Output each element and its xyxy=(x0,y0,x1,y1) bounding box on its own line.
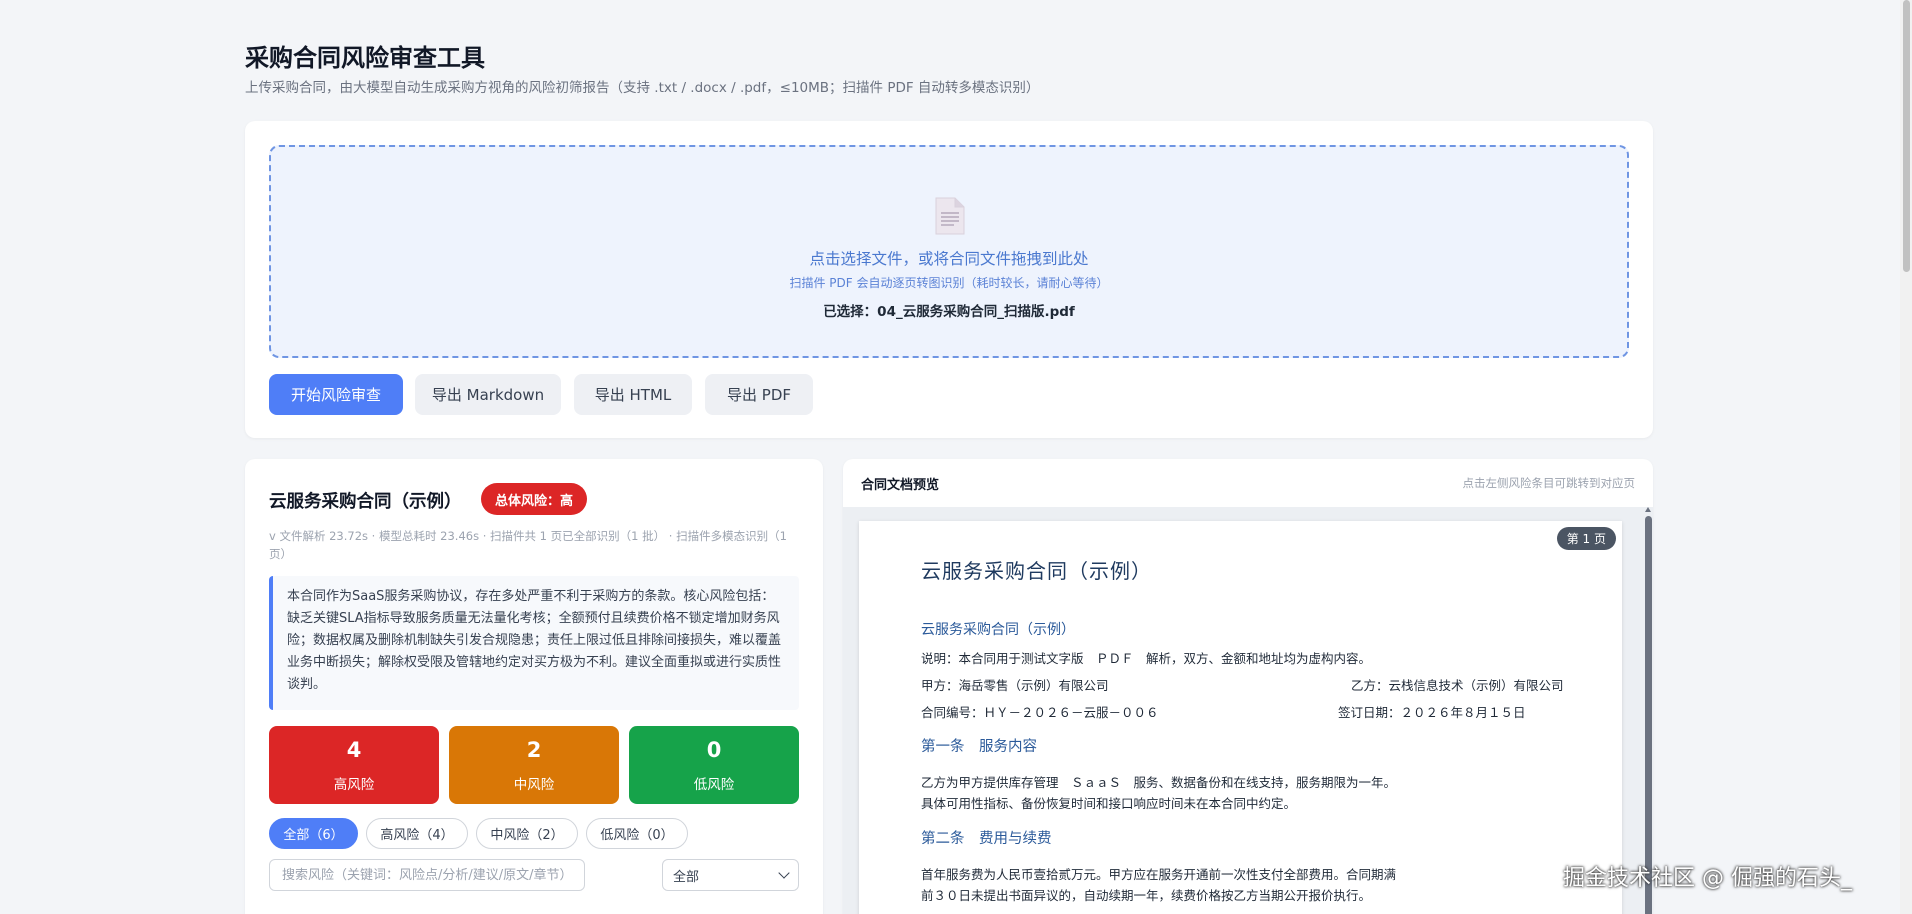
document-icon xyxy=(935,197,965,235)
export-html-button[interactable]: 导出 HTML xyxy=(574,374,692,415)
page-number-badge: 第 1 页 xyxy=(1556,527,1616,550)
doc-line: 乙方为甲方提供库存管理 ＳａａＳ 服务、数据备份和在线支持，服务期限为一年。 xyxy=(921,775,1397,790)
filter-mid-tab[interactable]: 中风险（2） xyxy=(476,818,578,849)
preview-scrollbar-thumb[interactable] xyxy=(1645,516,1652,914)
filter-low-tab[interactable]: 低风险（0） xyxy=(586,818,688,849)
filter-high-tab[interactable]: 高风险（4） xyxy=(366,818,468,849)
overall-risk-badge: 总体风险：高 xyxy=(481,483,588,515)
export-markdown-button[interactable]: 导出 Markdown xyxy=(415,374,561,415)
scroll-up-icon[interactable] xyxy=(1645,507,1651,512)
mid-risk-stat[interactable]: 2 中风险 xyxy=(449,726,619,804)
mid-risk-count: 2 xyxy=(526,738,542,762)
doc-section-heading: 第二条 费用与续费 xyxy=(921,831,1052,847)
high-risk-label: 高风险 xyxy=(333,777,375,793)
doc-sign-date: 签订日期：２０２６年８月１５日 xyxy=(1338,705,1526,720)
low-risk-stat[interactable]: 0 低风险 xyxy=(629,726,799,804)
mid-risk-label: 中风险 xyxy=(513,777,555,793)
upload-card: 点击选择文件，或将合同文件拖拽到此处 扫描件 PDF 会自动逐页转图识别（耗时较… xyxy=(245,121,1653,438)
risk-report-panel: 云服务采购合同（示例） 总体风险：高 v 文件解析 23.72s · 模型总耗时… xyxy=(245,459,823,914)
dropzone-main-text: 点击选择文件，或将合同文件拖拽到此处 xyxy=(809,250,1089,268)
select-value: 全部 xyxy=(673,869,700,885)
doc-contract-number: 合同编号：ＨＹ－２０２６－云服－００６ xyxy=(921,705,1159,720)
analysis-meta: v 文件解析 23.72s · 模型总耗时 23.46s · 扫描件共 1 页已… xyxy=(269,529,787,561)
doc-party-b: 乙方：云栈信息技术（示例）有限公司 xyxy=(1351,678,1564,693)
preview-hint: 点击左侧风险条目可跳转到对应页 xyxy=(1462,476,1636,490)
doc-line: 前３０日未提出书面异议的，自动续期一年，续费价格按乙方当期公开报价执行。 xyxy=(921,888,1372,903)
page-scrollbar-thumb[interactable] xyxy=(1903,0,1910,272)
risk-summary: 本合同作为SaaS服务采购协议，存在多处严重不利于采购方的条款。核心风险包括：缺… xyxy=(269,576,799,710)
high-risk-count: 4 xyxy=(346,738,362,762)
contract-title: 云服务采购合同（示例） xyxy=(269,492,462,512)
page-title: 采购合同风险审查工具 xyxy=(245,44,485,72)
risk-search-input[interactable] xyxy=(269,859,585,891)
doc-line: 具体可用性指标、备份恢复时间和接口响应时间未在本合同中约定。 xyxy=(921,796,1297,811)
selected-file-text: 已选择：04_云服务采购合同_扫描版.pdf xyxy=(823,304,1075,320)
low-risk-label: 低风险 xyxy=(693,777,735,793)
document-page: 第 1 页 云服务采购合同（示例） 云服务采购合同（示例） 说明：本合同用于测试… xyxy=(859,521,1622,914)
filter-all-tab[interactable]: 全部（6） xyxy=(269,818,358,849)
high-risk-stat[interactable]: 4 高风险 xyxy=(269,726,439,804)
doc-line: 说明：本合同用于测试文字版 ＰＤＦ 解析，双方、金额和地址均为虚构内容。 xyxy=(921,651,1372,666)
watermark: 掘金技术社区 @ 倔强的石头_ xyxy=(1563,866,1852,891)
doc-section-heading: 第一条 服务内容 xyxy=(921,739,1037,755)
preview-title: 合同文档预览 xyxy=(861,478,940,493)
doc-subtitle: 云服务采购合同（示例） xyxy=(921,622,1075,638)
preview-scroll-area[interactable]: 第 1 页 云服务采购合同（示例） 云服务采购合同（示例） 说明：本合同用于测试… xyxy=(843,507,1653,914)
doc-title: 云服务采购合同（示例） xyxy=(921,559,1152,583)
dropzone-hint-text: 扫描件 PDF 会自动逐页转图识别（耗时较长，请耐心等待） xyxy=(789,276,1109,290)
document-preview-panel: 合同文档预览 点击左侧风险条目可跳转到对应页 第 1 页 云服务采购合同（示例）… xyxy=(843,459,1653,914)
preview-scrollbar[interactable] xyxy=(1643,507,1653,914)
page-scrollbar[interactable] xyxy=(1900,0,1912,914)
doc-party-a: 甲方：海岳零售（示例）有限公司 xyxy=(921,678,1109,693)
doc-line: 首年服务费为人民币壹拾贰万元。甲方应在服务开通前一次性支付全部费用。合同期满 xyxy=(921,867,1397,882)
page-subtitle: 上传采购合同，由大模型自动生成采购方视角的风险初筛报告（支持 .txt / .d… xyxy=(245,80,1040,96)
start-review-button[interactable]: 开始风险审查 xyxy=(269,374,403,415)
risk-level-select[interactable]: 全部 xyxy=(662,859,799,891)
file-dropzone[interactable]: 点击选择文件，或将合同文件拖拽到此处 扫描件 PDF 会自动逐页转图识别（耗时较… xyxy=(269,145,1629,358)
low-risk-count: 0 xyxy=(706,738,722,762)
export-pdf-button[interactable]: 导出 PDF xyxy=(705,374,813,415)
chevron-down-icon xyxy=(778,867,790,879)
